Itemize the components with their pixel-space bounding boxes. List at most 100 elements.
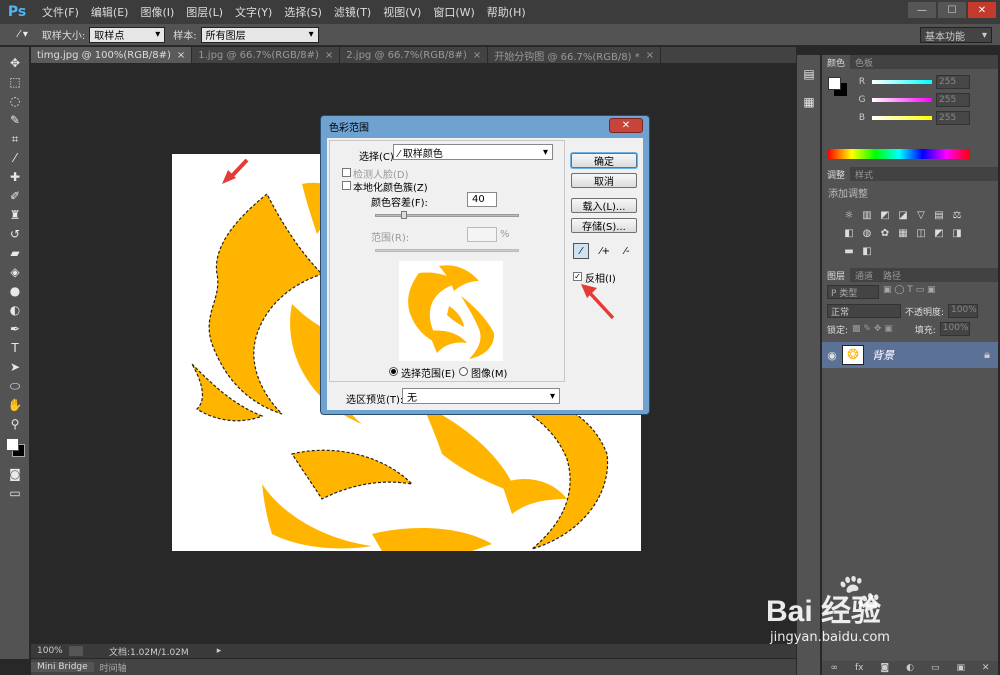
paint-bucket-tool-icon[interactable]: ◈	[4, 263, 26, 281]
quick-select-tool-icon[interactable]: ✎	[4, 111, 26, 129]
menu-image[interactable]: 图像(I)	[134, 4, 180, 20]
layer-filter-icons[interactable]: ▣ ◯ T ▭ ▣	[883, 285, 936, 299]
tab-2jpg[interactable]: 2.jpg @ 66.7%(RGB/8#) ×	[340, 47, 489, 63]
localized-clusters-checkbox[interactable]	[342, 181, 351, 190]
lock-icons[interactable]: ▩ ✎ ✥ ▣	[852, 324, 893, 334]
color-lookup-icon[interactable]: ▦	[896, 226, 910, 240]
close-button[interactable]: ✕	[968, 2, 996, 18]
tab-split-image[interactable]: 开始分钩图 @ 66.7%(RGB/8) * ×	[488, 47, 662, 63]
ok-button[interactable]: 确定	[571, 153, 637, 168]
vibrance-icon[interactable]: ▽	[914, 208, 928, 222]
tab-timg[interactable]: timg.jpg @ 100%(RGB/8#) ×	[31, 47, 193, 63]
new-layer-icon[interactable]: ▣	[956, 663, 965, 673]
menu-type[interactable]: 文字(Y)	[229, 4, 278, 20]
menu-layer[interactable]: 图层(L)	[180, 4, 229, 20]
selection-preview-select[interactable]: 无 ▾	[402, 388, 560, 404]
history-panel-icon[interactable]: ▤	[798, 65, 820, 83]
black-white-icon[interactable]: ◧	[842, 226, 856, 240]
shape-tool-icon[interactable]: ⬭	[4, 377, 26, 395]
eyedropper-plus-icon[interactable]: ⁄+	[597, 243, 613, 259]
pen-tool-icon[interactable]: ✒	[4, 320, 26, 338]
hand-tool-icon[interactable]: ✋	[4, 396, 26, 414]
move-tool-icon[interactable]: ✥	[4, 54, 26, 72]
menu-edit[interactable]: 编辑(E)	[85, 4, 135, 20]
tab-channels[interactable]: 通道	[850, 268, 878, 282]
gradient-map-icon[interactable]: ▬	[842, 244, 856, 258]
r-slider[interactable]	[872, 80, 932, 84]
fuzziness-slider[interactable]	[375, 214, 519, 217]
lasso-tool-icon[interactable]: ◌	[4, 92, 26, 110]
brightness-icon[interactable]: ☼	[842, 208, 856, 222]
trash-icon[interactable]: ✕	[982, 663, 990, 673]
fill-input[interactable]: 100%	[939, 322, 970, 336]
fuzziness-input[interactable]: 40	[467, 192, 497, 207]
zoom-level[interactable]: 100%	[31, 646, 69, 656]
photo-filter-icon[interactable]: ◍	[860, 226, 874, 240]
history-brush-tool-icon[interactable]: ↺	[4, 225, 26, 243]
eyedropper-minus-icon[interactable]: ⁄-	[619, 243, 635, 259]
layer-row-background[interactable]: ◉ ❂ 背景 🔒︎	[822, 342, 998, 368]
minimize-button[interactable]: —	[908, 2, 936, 18]
tab-layers[interactable]: 图层	[822, 268, 851, 282]
sample-size-select[interactable]: 取样点 ▾	[89, 26, 166, 43]
tab-close-icon[interactable]: ×	[177, 50, 185, 61]
brush-tool-icon[interactable]: ✐	[4, 187, 26, 205]
b-value[interactable]: 255	[936, 111, 970, 125]
channel-mixer-icon[interactable]: ✿	[878, 226, 892, 240]
healing-brush-tool-icon[interactable]: ✚	[4, 168, 26, 186]
save-button[interactable]: 存储(S)...	[571, 218, 637, 233]
tab-styles[interactable]: 样式	[850, 167, 878, 181]
status-icon[interactable]	[69, 646, 83, 656]
adjustment-layer-icon[interactable]: ◐	[906, 663, 914, 673]
quick-mask-icon[interactable]: ◙	[4, 465, 26, 483]
tab-close-icon[interactable]: ×	[325, 50, 333, 61]
dialog-close-button[interactable]: ✕	[609, 118, 643, 133]
menu-window[interactable]: 窗口(W)	[427, 4, 480, 20]
g-value[interactable]: 255	[936, 93, 970, 107]
sample-select[interactable]: 所有图层 ▾	[200, 26, 319, 43]
eraser-tool-icon[interactable]: ▰	[4, 244, 26, 262]
hue-saturation-icon[interactable]: ▤	[932, 208, 946, 222]
detect-faces-checkbox[interactable]	[342, 168, 351, 177]
preview-selection-radio[interactable]	[389, 367, 398, 376]
load-button[interactable]: 载入(L)...	[571, 198, 637, 213]
color-spectrum[interactable]	[828, 149, 970, 159]
selective-color-icon[interactable]: ◧	[860, 244, 874, 258]
type-tool-icon[interactable]: T	[4, 339, 26, 357]
eyedropper-tool-icon[interactable]: ⁄	[4, 149, 26, 167]
eyedropper-icon[interactable]: ⁄	[573, 243, 589, 259]
crop-tool-icon[interactable]: ⌗	[4, 130, 26, 148]
clone-stamp-tool-icon[interactable]: ♜	[4, 206, 26, 224]
dodge-tool-icon[interactable]: ◐	[4, 301, 26, 319]
tab-swatches[interactable]: 色板	[850, 55, 878, 69]
posterize-icon[interactable]: ◩	[932, 226, 946, 240]
levels-icon[interactable]: ▥	[860, 208, 874, 222]
path-selection-tool-icon[interactable]: ➤	[4, 358, 26, 376]
blur-tool-icon[interactable]: ●	[4, 282, 26, 300]
eyedropper-preset-icon[interactable]: ⁄ ▾	[18, 29, 28, 40]
tab-close-icon[interactable]: ×	[646, 50, 654, 61]
tab-mini-bridge[interactable]: Mini Bridge	[31, 662, 94, 672]
visibility-eye-icon[interactable]: ◉	[822, 349, 842, 362]
tab-paths[interactable]: 路径	[878, 268, 906, 282]
properties-panel-icon[interactable]: ▦	[798, 93, 820, 111]
menu-file[interactable]: 文件(F)	[36, 4, 85, 20]
threshold-icon[interactable]: ◨	[950, 226, 964, 240]
blend-mode-select[interactable]: 正常	[827, 304, 901, 318]
b-slider[interactable]	[872, 116, 932, 120]
tab-1jpg[interactable]: 1.jpg @ 66.7%(RGB/8#) ×	[192, 47, 341, 63]
menu-select[interactable]: 选择(S)	[278, 4, 328, 20]
menu-filter[interactable]: 滤镜(T)	[328, 4, 377, 20]
tab-color[interactable]: 颜色	[822, 55, 851, 69]
color-panel-fg-swatch[interactable]	[828, 77, 841, 90]
fx-icon[interactable]: fx	[855, 663, 864, 673]
folder-icon[interactable]: ▭	[931, 663, 940, 673]
zoom-tool-icon[interactable]: ⚲	[4, 415, 26, 433]
color-balance-icon[interactable]: ⚖	[950, 208, 964, 222]
cancel-button[interactable]: 取消	[571, 173, 637, 188]
layer-filter-select[interactable]: P 类型	[827, 285, 879, 299]
mask-icon[interactable]: ◙	[880, 663, 889, 673]
status-menu-arrow-icon[interactable]: ▸	[217, 646, 222, 656]
select-dropdown[interactable]: ⁄ 取样颜色 ▾	[393, 144, 553, 160]
invert-icon[interactable]: ◫	[914, 226, 928, 240]
